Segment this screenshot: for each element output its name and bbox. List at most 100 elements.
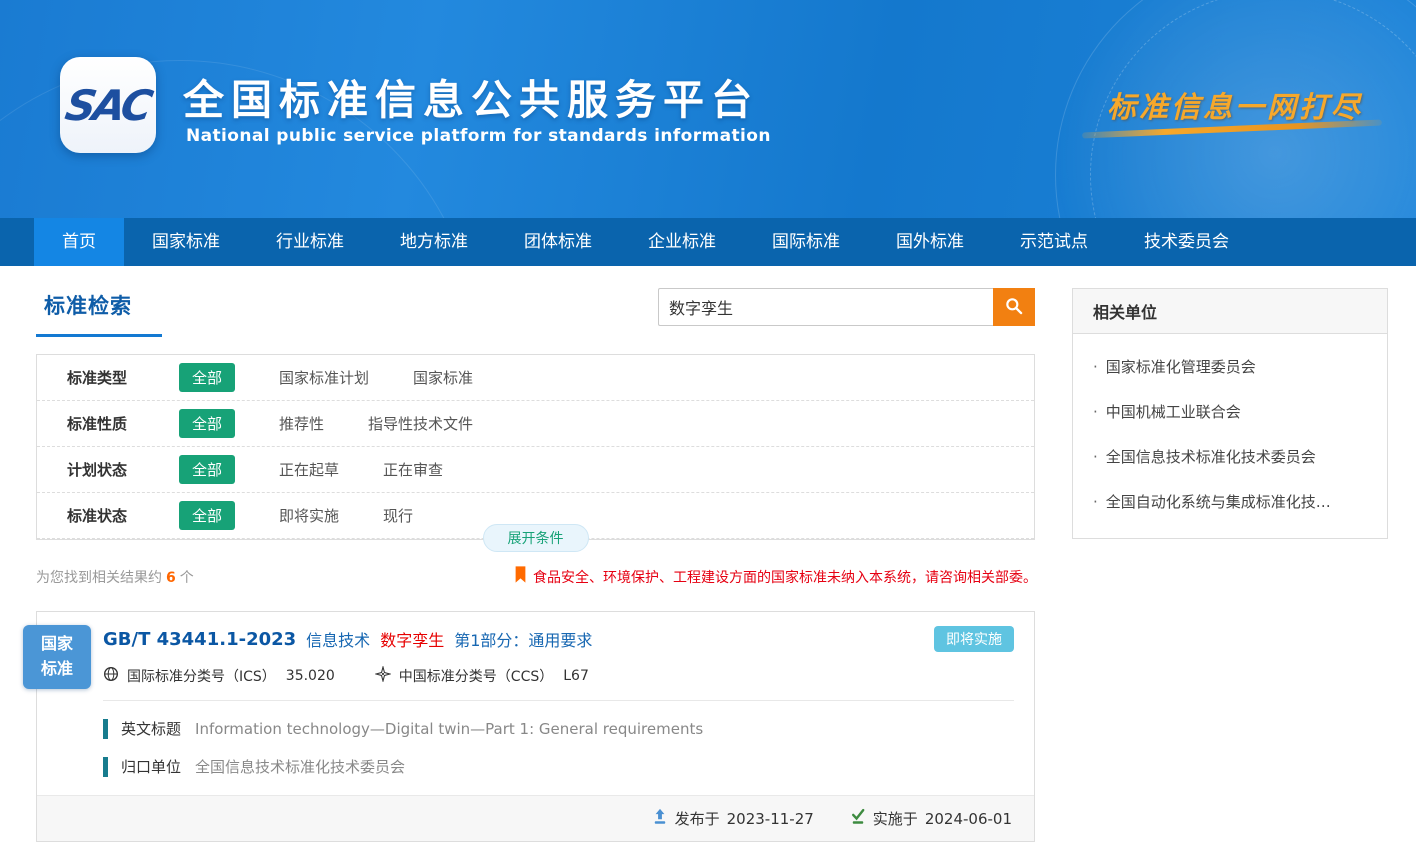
results-meta-row: 为您找到相关结果约6个 食品安全、环境保护、工程建设方面的国家标准未纳入本系统，… [36,566,1037,587]
bookmark-icon [514,566,527,587]
filter-option[interactable]: 国家标准 [413,367,473,388]
ics-label: 国际标准分类号（ICS） [127,666,276,686]
related-unit-item-sac[interactable]: · 国家标准化管理委员会 [1093,344,1367,389]
check-icon [850,808,866,829]
filter-label: 标准状态 [67,505,151,526]
search-icon [1004,296,1024,319]
nav-item-international-standards[interactable]: 国际标准 [744,218,868,266]
related-unit-item-it-committee[interactable]: ·全国信息技术标准化技术委员会 [1093,434,1367,479]
filter-option[interactable]: 现行 [383,505,413,526]
filter-all-button[interactable]: 全部 [179,455,235,484]
nav-item-group-standards[interactable]: 团体标准 [496,218,620,266]
related-unit-label: 国家标准化管理委员会 [1106,358,1256,376]
filter-option[interactable]: 正在起草 [279,459,339,480]
standard-type-badge: 国家标准 [23,625,91,689]
system-notice: 食品安全、环境保护、工程建设方面的国家标准未纳入本系统，请咨询相关部委。 [514,566,1037,587]
related-unit-item-automation-committee[interactable]: ·全国自动化系统与集成标准化技… [1093,479,1367,524]
upload-icon [652,808,668,829]
standard-result-card: 国家标准 GB/T 43441.1-2023 信息技术 数字孪生 第1部分：通用… [36,611,1035,842]
site-header: SAC 全国标准信息公共服务平台 National public service… [0,0,1416,218]
publish-label: 发布于 [675,808,720,829]
detail-value: Information technology—Digital twin—Part… [195,720,703,738]
nav-item-industry-standards[interactable]: 行业标准 [248,218,372,266]
ics-value: 35.020 [286,668,335,684]
filter-option[interactable]: 正在审查 [383,459,443,480]
nav-item-local-standards[interactable]: 地方标准 [372,218,496,266]
nav-item-pilot-programs[interactable]: 示范试点 [992,218,1116,266]
related-units-list: · 国家标准化管理委员会 · 中国机械工业联合会 ·全国信息技术标准化技术委员会 ·… [1073,334,1387,538]
standard-title-post[interactable]: 第1部分：通用要求 [454,627,592,651]
compass-icon [375,666,399,686]
section-title: 标准检索 [36,288,162,337]
related-unit-label: 中国机械工业联合会 [1106,403,1241,421]
notice-text: 食品安全、环境保护、工程建设方面的国家标准未纳入本系统，请咨询相关部委。 [533,567,1037,587]
filter-label: 标准性质 [67,413,151,434]
filter-option[interactable]: 国家标准计划 [279,367,369,388]
filter-row-standard-type: 标准类型 全部 国家标准计划 国家标准 [37,355,1034,401]
english-title-row: 英文标题 Information technology—Digital twin… [103,718,1014,739]
nav-item-enterprise-standards[interactable]: 企业标准 [620,218,744,266]
related-units-panel: 相关单位 · 国家标准化管理委员会 · 中国机械工业联合会 ·全国信息技术标准化技术… [1072,288,1388,539]
filter-option[interactable]: 即将实施 [279,505,339,526]
publish-date-item: 发布于 2023-11-27 [652,808,814,829]
classification-line: 国际标准分类号（ICS） 35.020 中国标准分类号（CCS） L67 [103,666,1014,686]
related-unit-label: 全国信息技术标准化技术委员会 [1106,448,1316,466]
filter-all-button[interactable]: 全部 [179,363,235,392]
standard-title-highlight[interactable]: 数字孪生 [380,627,444,651]
teal-bar-decoration [103,719,108,739]
search-bar [658,288,1035,326]
standard-title-line: GB/T 43441.1-2023 信息技术 数字孪生 第1部分：通用要求 即将… [103,626,1014,652]
standard-code-link[interactable]: GB/T 43441.1-2023 [103,629,296,650]
site-title: 全国标准信息公共服务平台 [183,66,759,126]
filter-row-plan-status: 计划状态 全部 正在起草 正在审查 [37,447,1034,493]
site-slogan: 标准信息一网打尽 [1082,84,1388,126]
implement-date-item: 实施于 2024-06-01 [850,808,1012,829]
filter-all-button[interactable]: 全部 [179,409,235,438]
result-count-prefix: 为您找到相关结果约 [36,570,162,586]
authority-row: 归口单位 全国信息技术标准化技术委员会 [103,756,1014,777]
detail-value: 全国信息技术标准化技术委员会 [195,756,405,777]
detail-label: 英文标题 [121,718,181,739]
bullet: · [1093,403,1098,421]
search-section: 标准检索 [36,288,1037,350]
bullet: · [1093,358,1098,376]
related-unit-label: 全国自动化系统与集成标准化技… [1106,493,1331,511]
sac-logo-text: SAC [62,81,154,130]
site-subtitle: National public service platform for sta… [186,126,771,146]
nav-item-home[interactable]: 首页 [34,218,124,266]
sac-logo[interactable]: SAC [60,57,156,153]
detail-label: 归口单位 [121,756,181,777]
filter-all-button[interactable]: 全部 [179,501,235,530]
filter-label: 标准类型 [67,367,151,388]
nav-item-foreign-standards[interactable]: 国外标准 [868,218,992,266]
card-main: GB/T 43441.1-2023 信息技术 数字孪生 第1部分：通用要求 即将… [37,612,1034,777]
search-button[interactable] [993,288,1035,326]
filter-row-standard-nature: 标准性质 全部 推荐性 指导性技术文件 [37,401,1034,447]
implement-label: 实施于 [873,808,918,829]
filter-option[interactable]: 指导性技术文件 [368,413,473,434]
globe-icon [103,666,127,686]
ccs-value: L67 [563,668,589,684]
filter-option[interactable]: 推荐性 [279,413,324,434]
nav-item-national-standards[interactable]: 国家标准 [124,218,248,266]
search-input[interactable] [658,288,993,326]
standard-title-pre[interactable]: 信息技术 [306,627,370,651]
nav-item-technical-committees[interactable]: 技术委员会 [1116,218,1257,266]
related-unit-item-machinery[interactable]: · 中国机械工业联合会 [1093,389,1367,434]
implement-date: 2024-06-01 [925,810,1012,828]
standard-type-badge-text: 国家标准 [39,632,75,682]
card-footer: 发布于 2023-11-27 实施于 2024-06-01 [37,795,1034,841]
ccs-label: 中国标准分类号（CCS） [399,666,553,686]
teal-bar-decoration [103,757,108,777]
related-units-title: 相关单位 [1073,289,1387,334]
result-count: 为您找到相关结果约6个 [36,567,194,587]
filter-panel: 标准类型 全部 国家标准计划 国家标准 标准性质 全部 推荐性 指导性技术文件 … [36,354,1035,540]
expand-conditions-button[interactable]: 展开条件 [483,524,589,552]
card-divider [103,700,1014,701]
status-badge: 即将实施 [934,626,1014,652]
main-nav: 首页 国家标准 行业标准 地方标准 团体标准 企业标准 国际标准 国外标准 示范… [0,218,1416,266]
result-count-number: 6 [166,570,176,586]
filter-label: 计划状态 [67,459,151,480]
publish-date: 2023-11-27 [727,810,814,828]
result-count-suffix: 个 [180,570,194,586]
